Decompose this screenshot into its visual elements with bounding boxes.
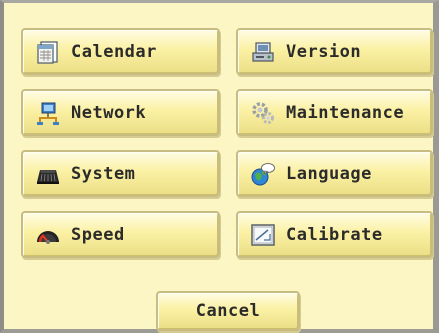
calibrate-icon (250, 222, 276, 248)
network-button[interactable]: Network (21, 89, 220, 136)
system-button-label: System (71, 163, 136, 184)
settings-menu-panel: Calendar Version Network Maintenance Sys… (0, 0, 439, 333)
cancel-button-label: Cancel (195, 301, 261, 321)
version-button[interactable]: Version (236, 28, 433, 75)
network-icon (35, 100, 61, 126)
language-icon (250, 161, 276, 187)
language-button-label: Language (286, 163, 372, 184)
calibrate-button-label: Calibrate (286, 224, 383, 245)
language-button[interactable]: Language (236, 150, 433, 197)
maintenance-button-label: Maintenance (286, 102, 405, 123)
version-button-label: Version (286, 41, 362, 62)
calendar-icon (35, 39, 61, 65)
network-button-label: Network (71, 102, 147, 123)
system-icon (35, 161, 61, 187)
maintenance-icon (250, 100, 276, 126)
cancel-button[interactable]: Cancel (156, 291, 300, 331)
speed-icon (35, 222, 61, 248)
maintenance-button[interactable]: Maintenance (236, 89, 433, 136)
calibrate-button[interactable]: Calibrate (236, 211, 433, 258)
speed-button-label: Speed (71, 224, 125, 245)
calendar-button-label: Calendar (71, 41, 157, 62)
calendar-button[interactable]: Calendar (21, 28, 220, 75)
version-icon (250, 39, 276, 65)
speed-button[interactable]: Speed (21, 211, 220, 258)
system-button[interactable]: System (21, 150, 220, 197)
